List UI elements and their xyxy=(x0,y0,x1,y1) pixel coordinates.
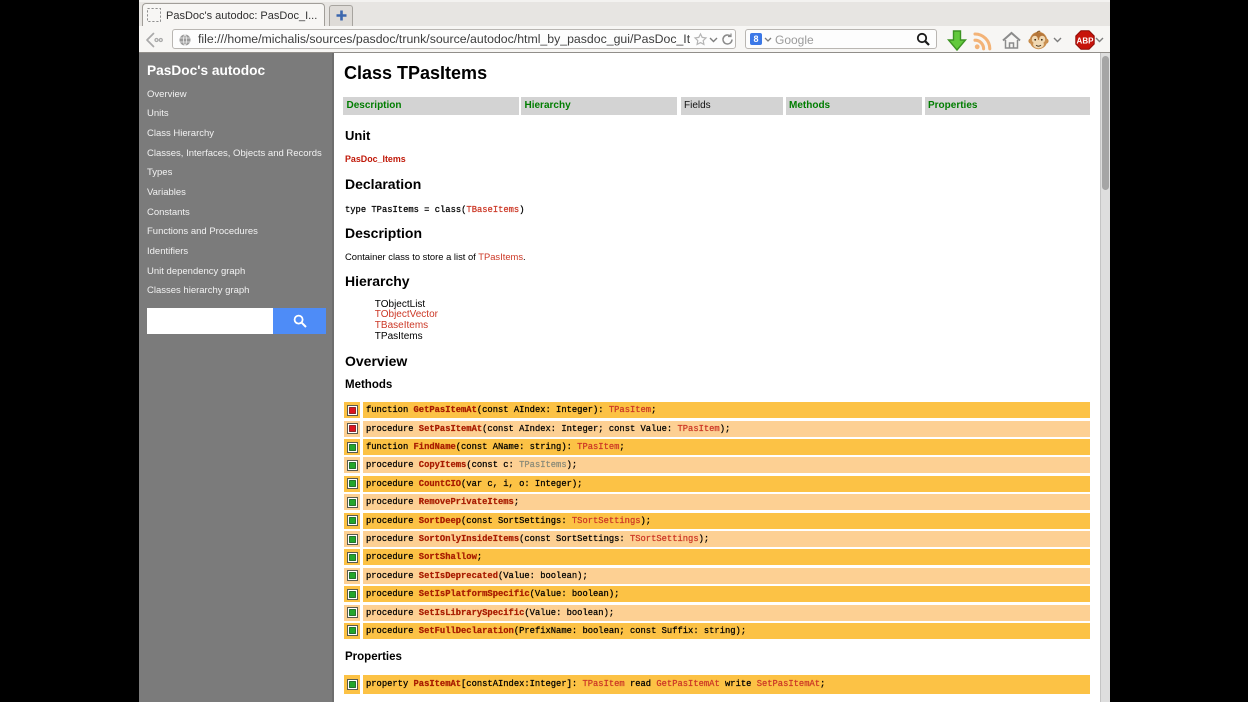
svg-text:ABP: ABP xyxy=(1077,36,1095,45)
